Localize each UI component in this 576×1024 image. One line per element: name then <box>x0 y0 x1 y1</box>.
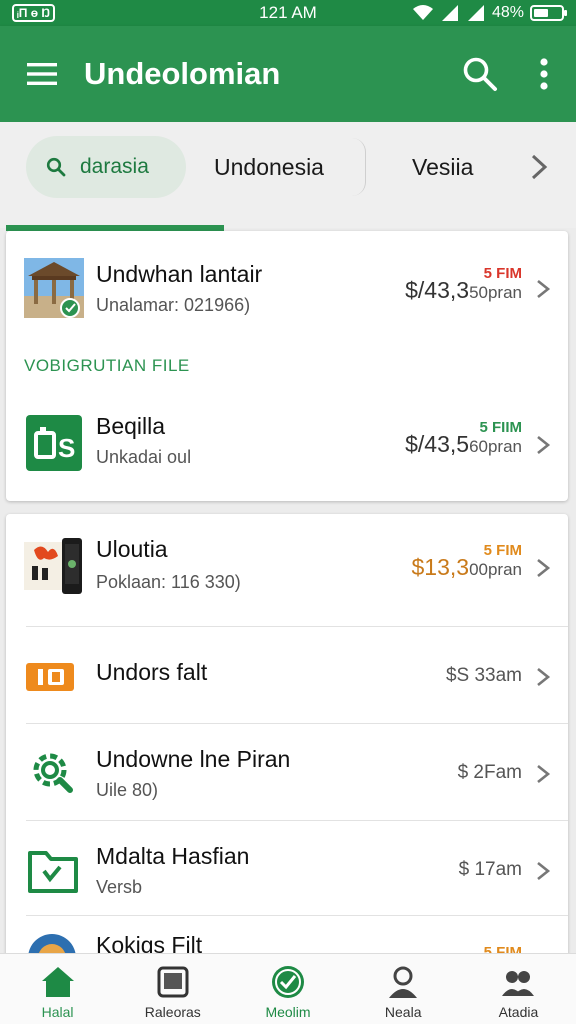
chevron-right-icon <box>537 861 551 881</box>
bottom-navigation: Halal Raleoras Meolim Neala Atadia <box>0 953 576 1024</box>
item-price: $S 33am <box>446 665 522 687</box>
nav-label: Halal <box>41 1004 74 1020</box>
item-title: Undors falt <box>96 659 208 685</box>
settings-search-icon <box>33 753 73 793</box>
price-amount: $/43,5 <box>405 431 470 457</box>
pavilion-thumbnail <box>24 258 84 318</box>
battery-orange-icon <box>26 663 74 691</box>
list-item[interactable]: Undwhan lantair Unalamar: 021966) 5 FIM … <box>6 231 568 341</box>
nav-label: Meolim <box>265 1004 311 1020</box>
price-suffix: 50pran <box>469 283 522 302</box>
nav-item-raleoras[interactable]: Raleoras <box>115 954 230 1024</box>
nav-item-halal[interactable]: Halal <box>0 954 115 1024</box>
app-title: Undeolomian <box>84 56 281 91</box>
list-item[interactable]: Uloutia Poklaan: 116 330) 5 FIM $13,300p… <box>6 514 568 626</box>
item-price: $ 2Fam <box>458 762 522 784</box>
item-title: Uloutia <box>96 536 168 562</box>
nav-item-atadia[interactable]: Atadia <box>461 954 576 1024</box>
price-amount: $S 33am <box>445 665 522 686</box>
filter-tabs: darasia Undonesia Vesiia <box>0 122 576 228</box>
price-amount: $ 17am <box>458 859 522 880</box>
people-icon <box>502 971 535 996</box>
search-button[interactable] <box>448 26 512 122</box>
signal-icon <box>441 5 458 21</box>
chevron-right-icon <box>537 667 551 687</box>
spreadsheet-icon: S <box>26 415 82 471</box>
item-price: $13,300pran <box>412 554 523 581</box>
nav-item-neala[interactable]: Neala <box>346 954 461 1024</box>
chevron-right-icon <box>537 764 551 784</box>
search-chip-label: darasia <box>80 155 149 178</box>
home-icon <box>41 967 74 997</box>
signal-icon-2 <box>467 5 484 21</box>
nav-label: Atadia <box>498 1004 539 1020</box>
nav-item-meolim[interactable]: Meolim <box>230 954 345 1024</box>
hamburger-icon <box>27 63 57 85</box>
photo-frame-icon <box>157 966 189 998</box>
app-bar: Undeolomian <box>0 26 576 122</box>
person-icon <box>389 966 418 998</box>
chevron-right-icon <box>537 279 551 299</box>
item-title: Beqilla <box>96 413 166 439</box>
chevron-right-icon <box>537 435 551 455</box>
item-subtitle: Unkadai oul <box>96 447 192 467</box>
search-icon <box>463 57 497 91</box>
price-amount: $ 2Fam <box>457 762 522 783</box>
folder-import-icon <box>28 851 78 893</box>
status-notification-chip: ᵢΠ ɵ Ŋ <box>12 4 56 22</box>
item-subtitle: Uile 80) <box>96 780 159 800</box>
price-suffix: 60pran <box>469 437 522 456</box>
list-item[interactable]: Mdalta Hasfian Versb $ 17am <box>6 821 568 915</box>
item-price: $ 17am <box>459 859 522 881</box>
item-title: Mdalta Hasfian <box>96 843 250 869</box>
check-circle-icon <box>272 966 304 998</box>
more-vert-icon <box>540 58 548 90</box>
tab-vesiia[interactable]: Vesiia <box>412 136 473 198</box>
search-icon <box>46 157 66 177</box>
chevron-right-icon[interactable] <box>526 150 552 184</box>
battery-percent: 48% <box>491 4 524 21</box>
overflow-menu-button[interactable] <box>512 26 576 122</box>
tab-divider <box>352 138 366 196</box>
phone-thumbnail <box>24 538 82 594</box>
svg-text:S: S <box>58 433 75 463</box>
card-featured: Undwhan lantair Unalamar: 021966) 5 FIM … <box>6 231 568 501</box>
item-price: $/43,560pran <box>405 431 522 458</box>
item-title: Undwhan lantair <box>96 261 263 287</box>
nav-label: Neala <box>384 1004 422 1020</box>
item-subtitle: Versb <box>96 877 143 897</box>
item-price: $/43,350pran <box>405 277 522 304</box>
price-amount: $/43,3 <box>405 277 470 303</box>
price-amount: $13,3 <box>411 554 470 580</box>
item-subtitle: Unalamar: 021966) <box>96 295 251 315</box>
list-item[interactable]: Undowne lne Piran Uile 80) $ 2Fam <box>6 724 568 820</box>
card-list: Uloutia Poklaan: 116 330) 5 FIM $13,300p… <box>6 514 568 964</box>
tab-undonesia[interactable]: Undonesia <box>214 136 324 198</box>
nav-label: Raleoras <box>144 1004 201 1020</box>
menu-button[interactable] <box>0 26 84 122</box>
list-item[interactable]: S Beqilla Unkadai oul 5 FIIM $/43,560pra… <box>6 391 568 501</box>
item-title: Undowne lne Piran <box>96 746 291 772</box>
wifi-icon <box>412 5 433 20</box>
status-bar: ᵢΠ ɵ Ŋ 121 AM 48% <box>0 0 576 26</box>
section-label: VOBIGRUTIAN FILE <box>24 356 190 375</box>
price-suffix: 00pran <box>469 560 522 579</box>
battery-icon <box>530 5 567 21</box>
list-item[interactable]: Undors falt $S 33am <box>6 627 568 723</box>
chevron-right-icon <box>537 558 551 578</box>
search-chip[interactable]: darasia <box>26 136 186 198</box>
item-subtitle: Poklaan: 116 330) <box>96 572 241 592</box>
